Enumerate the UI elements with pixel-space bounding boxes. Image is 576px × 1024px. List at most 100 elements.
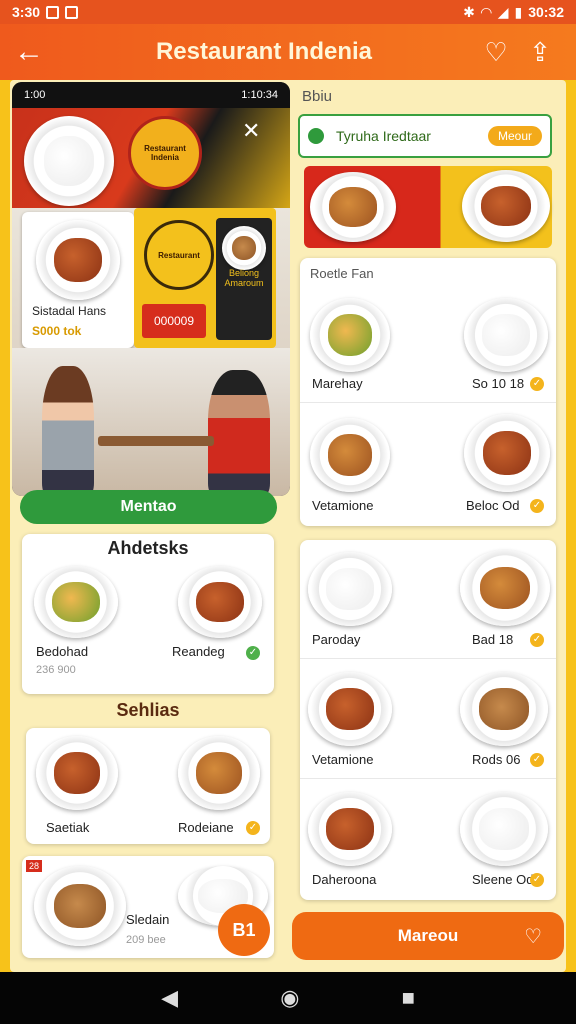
dish-price: 236 900 <box>36 664 76 676</box>
dish-price: Bad 18 <box>472 632 514 647</box>
check-icon: ✓ <box>530 377 544 391</box>
share-icon[interactable]: ⇪ <box>518 37 562 68</box>
signal-icon: ◢ <box>497 3 509 20</box>
search-bar[interactable]: Tyruha Iredtaar Meour <box>298 114 552 158</box>
dish-name: Saetiak <box>46 820 90 835</box>
tag-badge: 28 <box>26 860 43 872</box>
dish-image[interactable] <box>178 566 262 638</box>
dish-price: Beloc Od <box>466 498 520 513</box>
soup-image <box>222 226 266 270</box>
dish-image[interactable] <box>36 736 118 810</box>
appetizers-section: Ahdetsks Bedohad 236 900 Reandeg ✓ <box>22 534 274 694</box>
dish-image[interactable] <box>310 418 390 492</box>
check-icon: ✓ <box>246 821 260 835</box>
dish-name: Reandeg <box>172 644 225 659</box>
menu-list-1: Roetle Fan Marehay So 10 18 ✓ Vetamione … <box>300 258 556 526</box>
app-notification-icon <box>65 5 79 19</box>
phone-status-clock: 1:10:34 <box>241 89 278 101</box>
dish-image[interactable] <box>308 672 392 746</box>
dish-name: Daheroona <box>312 872 377 887</box>
featured-dish-card[interactable]: Sistadal Hans S000 tok <box>22 212 134 348</box>
dining-photo <box>12 348 290 496</box>
dish-name: Rodeiane <box>178 820 234 835</box>
dish-price: Rods 06 <box>472 752 521 767</box>
dish-image[interactable] <box>460 792 548 866</box>
nav-back-icon[interactable]: ◀ <box>161 985 178 1011</box>
system-nav-bar: ◀ ◉ ■ <box>0 972 576 1024</box>
favorite-icon[interactable]: ♡ <box>474 37 518 68</box>
order-button-label: Mareou <box>397 926 459 945</box>
promo-card[interactable]: Restaurant Beliong Amaroum 000009 <box>134 208 276 348</box>
dish-name: Bedohad <box>36 644 89 659</box>
dish-image[interactable] <box>464 298 548 372</box>
check-icon: ✓ <box>530 499 544 513</box>
section-title: Sehlias <box>116 700 180 720</box>
divider <box>300 658 556 659</box>
dish-image[interactable] <box>34 566 118 638</box>
battery-icon: ▮ <box>514 3 523 20</box>
dish-image[interactable] <box>460 672 548 746</box>
cart-fab[interactable]: B1 <box>218 904 270 956</box>
bluetooth-icon: ✱ <box>463 3 475 20</box>
page-title: Restaurant Indenia <box>155 38 373 65</box>
dish-image <box>36 220 120 300</box>
dish-price: S000 tok <box>32 324 82 338</box>
status-bar: 3:30 ✱ ◠ ◢ ▮ 30:32 <box>0 0 576 24</box>
dish-name: Vetamione <box>312 752 374 767</box>
dining-table <box>98 436 214 446</box>
phone-preview: 1:00 1:10:34 Restaurant Indenia ✕ Sistad… <box>12 82 290 496</box>
status-clock: 30:32 <box>528 4 564 20</box>
soup-image <box>34 866 126 946</box>
menu-list-2: Paroday Bad 18 ✓ Vetamione Rods 06 ✓ Dah… <box>300 540 556 900</box>
dish-image[interactable] <box>460 550 550 626</box>
divider <box>300 402 556 403</box>
share-icon[interactable]: ✕ <box>242 118 260 144</box>
right-header-label: Bbiu <box>302 88 333 105</box>
phone-status-time: 1:00 <box>24 89 46 101</box>
dish-name: Marehay <box>312 376 363 391</box>
order-button[interactable]: Mareou ♡ <box>292 912 564 960</box>
check-icon: ✓ <box>530 633 544 647</box>
app-bar: ← Restaurant Indenia ♡ ⇪ <box>0 24 576 80</box>
banner-dish-image <box>462 170 550 242</box>
back-arrow-icon[interactable]: ← <box>14 35 54 69</box>
restaurant-logo: Restaurant Indenia <box>128 116 202 190</box>
dish-image[interactable] <box>308 792 392 866</box>
dish-image[interactable] <box>464 414 550 492</box>
nav-recents-icon[interactable]: ■ <box>402 985 415 1011</box>
check-icon: ✓ <box>530 753 544 767</box>
menu-button[interactable]: Mentao <box>20 490 277 524</box>
dish-name: Vetamione <box>312 498 374 513</box>
search-text: Tyruha Iredtaar <box>336 128 431 144</box>
promo-label: Beliong Amaroum <box>224 268 264 288</box>
status-time: 3:30 <box>12 4 41 20</box>
rice-plate-image <box>24 116 114 206</box>
check-icon: ✓ <box>530 873 544 887</box>
wifi-icon: ◠ <box>480 3 492 20</box>
section-title: Ahdetsks <box>107 538 189 558</box>
nav-home-icon[interactable]: ◉ <box>280 985 299 1011</box>
banner-dish-image <box>310 172 396 242</box>
diner-woman <box>42 366 94 496</box>
location-icon <box>308 128 324 144</box>
dish-name: Sistadal Hans <box>32 304 107 318</box>
dish-price: 209 bee <box>126 934 166 946</box>
section-title: Roetle Fan <box>310 266 374 281</box>
specials-section: Saetiak Rodeiane ✓ <box>26 728 270 844</box>
phone-status-bar: 1:00 1:10:34 <box>12 82 290 108</box>
dish-name: Sledain <box>126 912 170 927</box>
dish-name: Paroday <box>312 632 361 647</box>
dish-image[interactable] <box>310 298 390 372</box>
search-button[interactable]: Meour <box>487 126 542 146</box>
heart-icon: ♡ <box>524 925 542 948</box>
notification-icon <box>46 5 60 19</box>
dish-price: Sleene Od <box>472 872 534 887</box>
dish-price: So 10 18 <box>472 376 525 391</box>
dish-image[interactable] <box>308 552 392 626</box>
dish-image[interactable] <box>178 736 260 810</box>
restaurant-seal: Restaurant <box>144 220 214 290</box>
divider <box>300 778 556 779</box>
promo-code-button[interactable]: 000009 <box>142 304 206 338</box>
right-banner <box>304 166 552 248</box>
check-icon: ✓ <box>246 646 260 660</box>
